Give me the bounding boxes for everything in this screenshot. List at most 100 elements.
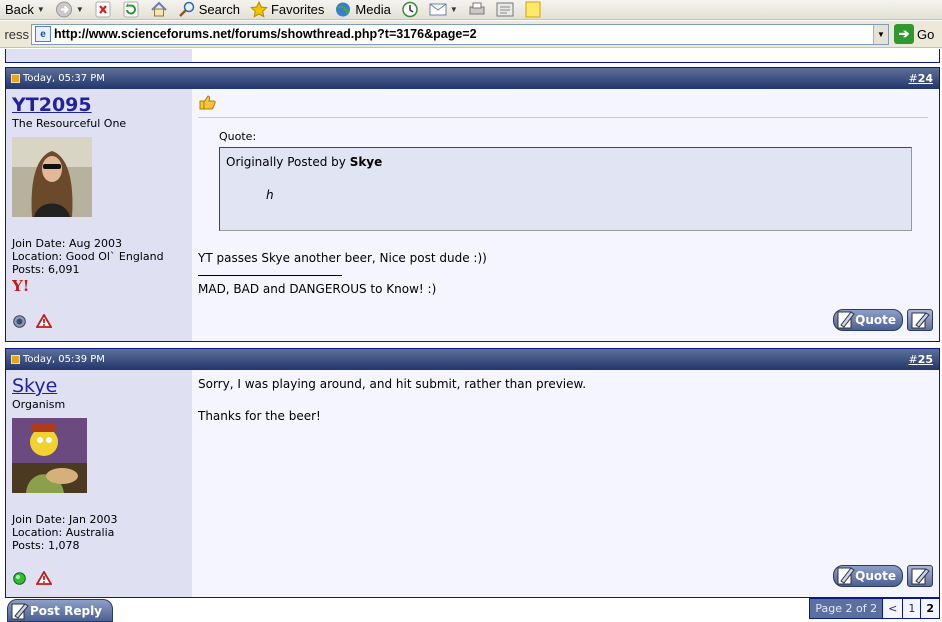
signature-text: MAD, BAD and DANGEROUS to Know! :) — [198, 282, 437, 296]
quote-label: Quote: — [219, 130, 257, 143]
user-location: Location: Good Ol` England — [12, 250, 164, 263]
user-title: Organism — [12, 398, 66, 411]
quote-pencil-icon — [837, 311, 855, 329]
address-dropdown-icon[interactable]: ▼ — [873, 24, 888, 44]
message-text: YT passes Skye another beer, Nice post d… — [198, 251, 487, 265]
join-date: Join Date: Aug 2003 — [12, 237, 122, 250]
forward-button[interactable]: ▼ — [50, 0, 89, 20]
thumbs-up-icon — [199, 95, 216, 110]
refresh-icon — [123, 1, 139, 18]
forward-dropdown-icon[interactable]: ▼ — [76, 5, 84, 14]
online-status-icon — [13, 571, 26, 585]
post-status-icon — [11, 74, 20, 83]
yahoo-messenger-icon[interactable]: Y! — [12, 277, 29, 293]
quote-author: Skye — [349, 155, 383, 169]
previous-post-bottom — [5, 49, 940, 63]
report-post-icon[interactable] — [36, 571, 52, 585]
post-number-link[interactable]: #25 — [908, 353, 933, 366]
notes-button[interactable] — [519, 0, 547, 20]
username-link[interactable]: YT2095 — [12, 94, 186, 116]
mail-icon — [429, 3, 447, 16]
username-link[interactable]: Skye — [12, 375, 186, 397]
media-button[interactable]: Media — [329, 0, 395, 20]
go-button[interactable]: ➔ Go — [894, 24, 934, 44]
post-time: Today, 05:37 PM — [23, 73, 105, 84]
page-icon: e — [35, 26, 51, 42]
address-url[interactable]: http://www.scienceforums.net/forums/show… — [54, 27, 873, 41]
quote-text: h — [266, 188, 274, 202]
user-avatar[interactable] — [12, 137, 92, 217]
address-bar-row: ress e http://www.scienceforums.net/foru… — [0, 21, 942, 48]
user-post-count: Posts: 6,091 — [12, 263, 80, 276]
post-number-link[interactable]: #24 — [908, 72, 933, 85]
post-message: Sorry, I was playing around, and hit sub… — [192, 370, 939, 597]
current-page: 2 — [920, 599, 939, 618]
report-post-icon[interactable] — [36, 314, 52, 328]
quote-button[interactable]: Quote — [833, 565, 903, 587]
media-label: Media — [355, 2, 391, 17]
user-location: Location: Australia — [12, 526, 115, 539]
quote-button[interactable]: Quote — [833, 309, 903, 331]
edit-post-button[interactable] — [907, 309, 933, 331]
mail-dropdown-icon[interactable]: ▼ — [450, 5, 458, 14]
mail-button[interactable]: ▼ — [424, 0, 463, 20]
quote-block: Originally Posted by Skye h — [219, 147, 912, 231]
user-avatar[interactable] — [12, 418, 87, 493]
edit-pencil-icon — [911, 568, 930, 585]
history-icon — [402, 1, 418, 18]
sticky-note-icon — [525, 1, 541, 18]
post-title-divider — [198, 117, 928, 118]
go-label: Go — [917, 26, 935, 42]
post-time: Today, 05:39 PM — [23, 354, 105, 365]
search-icon — [178, 1, 194, 17]
printer-icon — [469, 2, 485, 15]
favorites-label: Favorites — [270, 2, 325, 17]
message-text: Sorry, I was playing around, and hit sub… — [198, 377, 587, 391]
stop-button[interactable] — [89, 0, 117, 20]
document-icon — [496, 2, 514, 17]
refresh-button[interactable] — [117, 0, 145, 20]
offline-status-icon — [13, 314, 26, 328]
go-arrow-icon: ➔ — [894, 24, 914, 44]
forward-arrow-icon — [55, 1, 72, 18]
post-25: Today, 05:39 PM #25 Skye Organism Join D… — [5, 348, 940, 598]
favorites-button[interactable]: Favorites — [245, 0, 329, 20]
history-button[interactable] — [396, 0, 424, 20]
post-header: Today, 05:39 PM #25 — [6, 349, 939, 370]
back-label: Back — [5, 2, 34, 17]
search-label: Search — [198, 2, 240, 17]
post-message: Quote: Originally Posted by Skye h YT pa… — [192, 89, 939, 341]
signature-separator — [198, 275, 342, 276]
user-post-count: Posts: 1,078 — [12, 539, 80, 552]
page-1-link[interactable]: 1 — [902, 599, 921, 618]
post-header: Today, 05:37 PM #24 — [6, 68, 939, 89]
media-globe-icon — [336, 2, 351, 17]
pagination: Page 2 of 2 < 1 2 — [809, 598, 940, 619]
quote-prefix: Originally Posted by — [226, 155, 346, 169]
post-reply-button[interactable]: Post Reply — [7, 599, 113, 622]
reply-pencil-icon — [11, 603, 29, 620]
address-input[interactable]: e http://www.scienceforums.net/forums/sh… — [31, 23, 889, 45]
back-button[interactable]: Back ▼ — [0, 0, 50, 20]
prev-page-link[interactable]: < — [882, 599, 903, 618]
user-info-panel: Skye Organism Join Date: Jan 2003 Locati… — [6, 370, 192, 597]
home-icon — [151, 1, 167, 17]
user-info-panel: YT2095 The Resourceful One Join Date: Au… — [6, 89, 192, 341]
post-status-icon — [11, 355, 20, 364]
search-button[interactable]: Search — [173, 0, 245, 20]
address-label: ress — [4, 26, 29, 42]
page-info: Page 2 of 2 — [810, 599, 883, 618]
svg-text:Y!: Y! — [12, 277, 29, 293]
print-button[interactable] — [463, 0, 491, 20]
message-text: Thanks for the beer! — [198, 409, 321, 423]
home-button[interactable] — [145, 0, 173, 20]
browser-toolbar: Back ▼ ▼ Search Favorites Media ▼ — [0, 0, 942, 20]
edit-page-button[interactable] — [491, 0, 519, 20]
star-icon — [250, 1, 268, 18]
edit-post-button[interactable] — [907, 565, 933, 587]
user-title: The Resourceful One — [12, 117, 127, 130]
edit-pencil-icon — [911, 312, 930, 329]
stop-icon — [95, 1, 111, 18]
back-dropdown-icon[interactable]: ▼ — [37, 5, 45, 14]
quote-pencil-icon — [837, 567, 855, 585]
